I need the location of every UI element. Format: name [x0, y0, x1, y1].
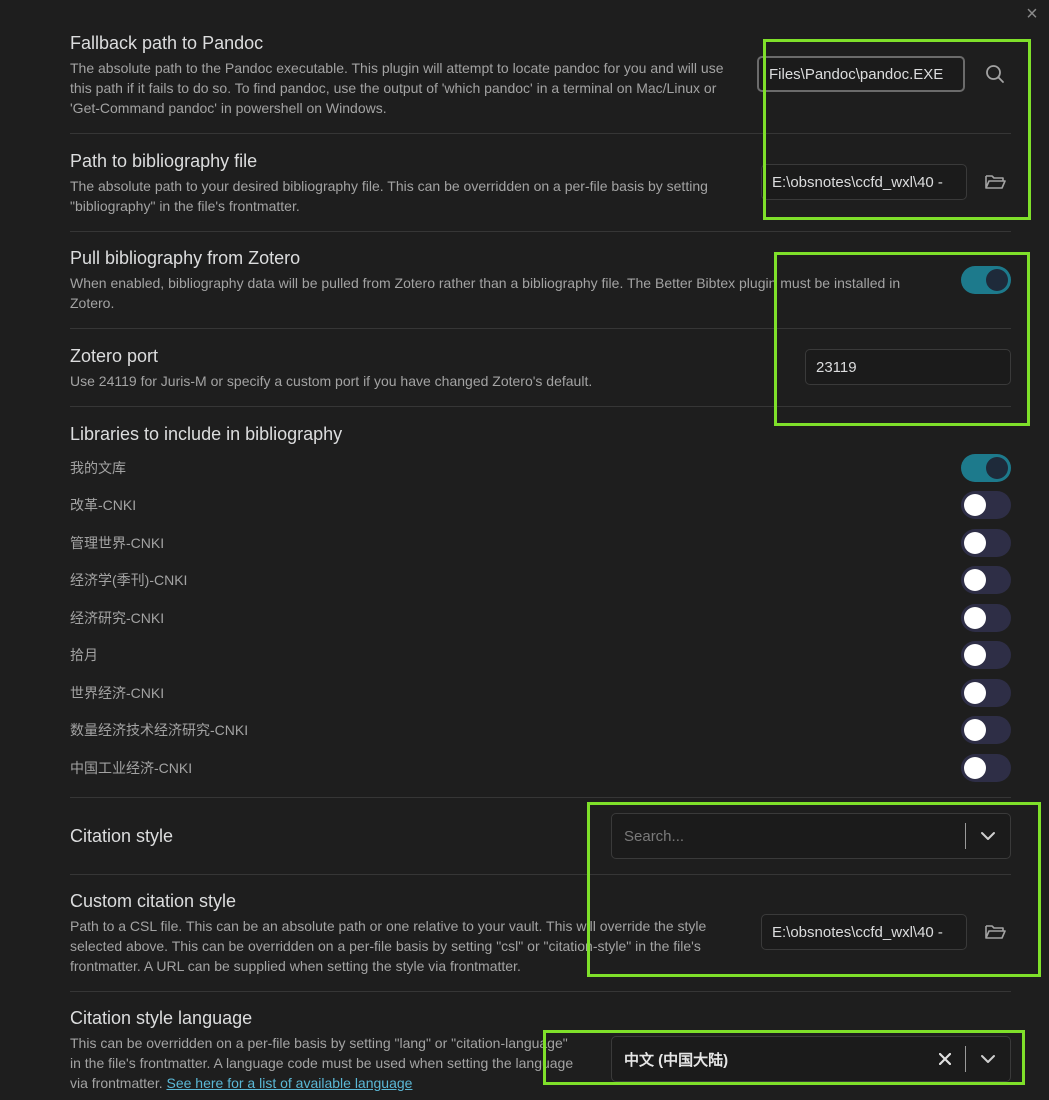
library-row: 拾月: [70, 637, 1011, 675]
library-label: 经济学(季刊)-CNKI: [70, 572, 188, 588]
library-label: 管理世界-CNKI: [70, 535, 165, 551]
citation-style-select[interactable]: Search...: [611, 813, 1011, 859]
clear-icon[interactable]: [925, 1036, 965, 1082]
search-icon[interactable]: [979, 58, 1011, 90]
setting-citation-style: Citation style Search...: [70, 798, 1011, 875]
chevron-down-icon[interactable]: [966, 813, 1010, 859]
library-row: 我的文库: [70, 450, 1011, 488]
setting-zotero-port: Zotero port Use 24119 for Juris-M or spe…: [70, 345, 1011, 407]
setting-bibliography-path: Path to bibliography file The absolute p…: [70, 150, 1011, 232]
library-row: 数量经济技术经济研究-CNKI: [70, 712, 1011, 750]
setting-title: Fallback path to Pandoc: [70, 33, 264, 53]
setting-title: Custom citation style: [70, 891, 237, 911]
setting-description: The absolute path to your desired biblio…: [70, 178, 708, 214]
custom-citation-path-input[interactable]: [761, 914, 967, 950]
setting-description: Use 24119 for Juris-M or specify a custo…: [70, 373, 593, 389]
library-toggle[interactable]: [961, 529, 1011, 557]
library-row: 中国工业经济-CNKI: [70, 750, 1011, 788]
citation-language-value: 中文 (中国大陆): [624, 1051, 729, 1069]
setting-title: Libraries to include in bibliography: [70, 424, 343, 444]
language-list-link[interactable]: See here for a list of available languag…: [166, 1075, 412, 1091]
citation-style-search[interactable]: Search...: [612, 828, 965, 845]
library-label: 我的文库: [70, 460, 126, 476]
pandoc-path-input[interactable]: [757, 56, 965, 92]
library-label: 改革-CNKI: [70, 497, 137, 513]
library-row: 管理世界-CNKI: [70, 525, 1011, 563]
setting-title: Citation style: [70, 826, 174, 846]
setting-libraries: Libraries to include in bibliography 我的文…: [70, 423, 1011, 798]
library-toggle[interactable]: [961, 716, 1011, 744]
library-toggle[interactable]: [961, 679, 1011, 707]
setting-zotero-pull: Pull bibliography from Zotero When enabl…: [70, 247, 1011, 329]
bibliography-path-input[interactable]: [761, 164, 967, 200]
setting-pandoc-path: Fallback path to Pandoc The absolute pat…: [70, 32, 1011, 134]
zotero-port-input[interactable]: [805, 349, 1011, 385]
setting-description: When enabled, bibliography data will be …: [70, 275, 901, 311]
library-label: 数量经济技术经济研究-CNKI: [70, 722, 249, 738]
library-row: 经济学(季刊)-CNKI: [70, 562, 1011, 600]
library-row: 世界经济-CNKI: [70, 675, 1011, 713]
folder-icon[interactable]: [979, 166, 1011, 198]
library-label: 中国工业经济-CNKI: [70, 760, 193, 776]
library-label: 经济研究-CNKI: [70, 610, 165, 626]
library-label: 拾月: [70, 647, 98, 663]
folder-icon[interactable]: [979, 916, 1011, 948]
setting-custom-citation: Custom citation style Path to a CSL file…: [70, 890, 1011, 992]
setting-description: The absolute path to the Pandoc executab…: [70, 60, 724, 116]
setting-citation-language: Citation style language This can be over…: [70, 1007, 1011, 1100]
library-toggle[interactable]: [961, 454, 1011, 482]
library-toggle[interactable]: [961, 641, 1011, 669]
close-icon[interactable]: ×: [1021, 4, 1043, 26]
setting-description: This can be overridden on a per-file bas…: [70, 1033, 580, 1093]
setting-description: Path to a CSL file. This can be an absol…: [70, 918, 707, 974]
chevron-down-icon[interactable]: [966, 1036, 1010, 1082]
citation-language-select[interactable]: 中文 (中国大陆): [611, 1036, 1011, 1082]
library-row: 经济研究-CNKI: [70, 600, 1011, 638]
library-toggle[interactable]: [961, 566, 1011, 594]
library-toggle[interactable]: [961, 754, 1011, 782]
library-label: 世界经济-CNKI: [70, 685, 165, 701]
setting-title: Pull bibliography from Zotero: [70, 248, 301, 268]
library-toggle[interactable]: [961, 604, 1011, 632]
setting-title: Citation style language: [70, 1008, 253, 1028]
library-row: 改革-CNKI: [70, 487, 1011, 525]
library-toggle[interactable]: [961, 491, 1011, 519]
zotero-pull-toggle[interactable]: [961, 266, 1011, 294]
